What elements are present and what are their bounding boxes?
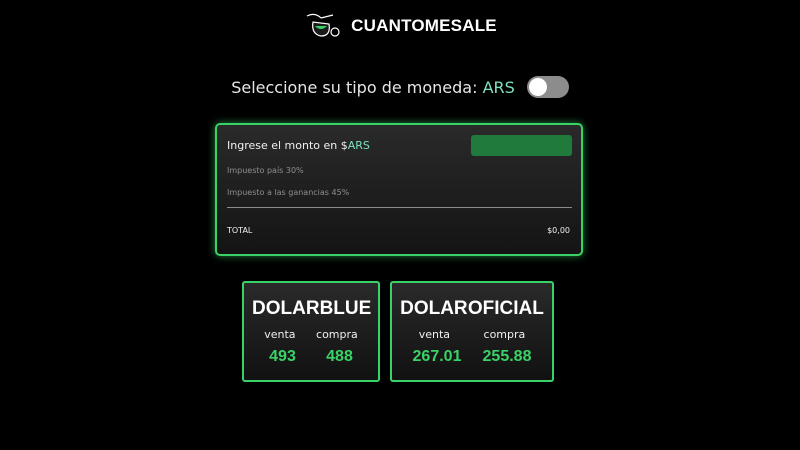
dolar-blue-title-1: DOLAR (252, 298, 320, 319)
currency-code: ARS (482, 77, 515, 97)
brand-title: CUANTOMESALE (351, 16, 497, 35)
dolar-blue-values: 493 488 (244, 348, 378, 366)
total-value: $0,00 (547, 226, 570, 235)
dolar-oficial-values: 267.01 255.88 (392, 348, 552, 366)
currency-selector: Seleccione su tipo de moneda: ARS (0, 76, 800, 98)
total-label: TOTAL (227, 226, 253, 235)
dolar-oficial-card: DOLAR OFICIAL venta compra 267.01 255.88 (390, 281, 554, 382)
amount-label-prefix: Ingrese el monto en $ (227, 139, 348, 152)
dolar-blue-compra-label: compra (316, 328, 358, 341)
dolar-oficial-title-2: OFICIAL (467, 298, 544, 319)
dolar-oficial-compra-label: compra (483, 328, 526, 341)
amount-input[interactable] (471, 135, 572, 156)
currency-label-text: Seleccione su tipo de moneda: (231, 77, 478, 97)
tax-pais-line: Impuesto país 30% (227, 166, 304, 175)
currency-label: Seleccione su tipo de moneda: ARS (231, 78, 515, 97)
amount-label-currency: ARS (347, 139, 370, 152)
amount-label: Ingrese el monto en $ARS (227, 139, 370, 152)
divider (227, 207, 572, 208)
dolar-oficial-title: DOLAR OFICIAL (392, 298, 552, 320)
dolar-blue-card: DOLAR BLUE venta compra 493 488 (242, 281, 380, 382)
dolar-oficial-compra: 255.88 (482, 348, 532, 365)
dolar-blue-title: DOLAR BLUE (244, 298, 378, 320)
tax-ganancias-line: Impuesto a las ganancias 45% (227, 188, 350, 197)
toggle-knob (528, 78, 547, 96)
dolar-blue-venta: 493 (269, 348, 296, 365)
mate-gourd-icon (306, 13, 340, 37)
dolar-oficial-venta: 267.01 (412, 348, 462, 365)
dolar-oficial-venta-label: venta (418, 328, 451, 341)
currency-toggle[interactable] (526, 76, 569, 98)
header: CUANTOMESALE (0, 12, 800, 40)
dolar-oficial-labels: venta compra (392, 328, 552, 341)
dolar-blue-compra: 488 (326, 348, 353, 365)
dolar-blue-title-2: BLUE (319, 298, 372, 319)
calculator-card: Ingrese el monto en $ARS Impuesto país 3… (215, 123, 583, 256)
dolar-blue-labels: venta compra (244, 328, 378, 341)
dolar-blue-venta-label: venta (264, 328, 296, 341)
dolar-oficial-title-1: DOLAR (400, 298, 468, 319)
